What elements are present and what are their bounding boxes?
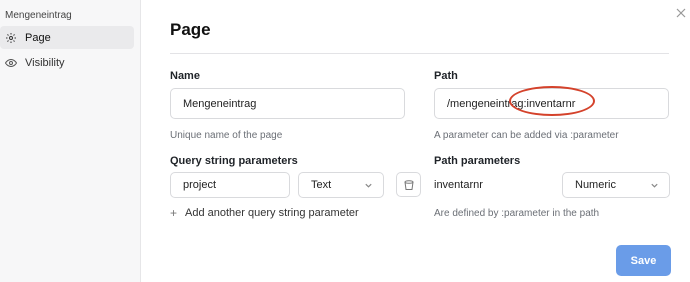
name-label: Name bbox=[170, 70, 200, 82]
add-query-param-label: Add another query string parameter bbox=[185, 207, 359, 219]
query-params-label: Query string parameters bbox=[170, 155, 298, 167]
save-button[interactable]: Save bbox=[616, 245, 671, 276]
eye-icon bbox=[5, 58, 17, 67]
path-hint: A parameter can be added via :parameter bbox=[434, 130, 619, 141]
plus-icon: + bbox=[170, 206, 178, 220]
path-params-hint: Are defined by :parameter in the path bbox=[434, 208, 600, 219]
sidebar-item-label: Page bbox=[25, 31, 51, 44]
chevron-down-icon bbox=[651, 183, 658, 188]
chevron-down-icon bbox=[365, 183, 372, 188]
gear-icon bbox=[6, 32, 16, 43]
sidebar-item-label: Visibility bbox=[25, 56, 65, 69]
page-title: Page bbox=[170, 20, 211, 39]
query-param-type-select[interactable]: Text bbox=[298, 172, 384, 198]
close-icon[interactable] bbox=[676, 8, 686, 18]
query-param-type-value: Text bbox=[311, 179, 332, 191]
sidebar: Mengeneintrag Page Visibility bbox=[0, 0, 141, 282]
path-param-type-select[interactable]: Numeric bbox=[562, 172, 670, 198]
path-params-label: Path parameters bbox=[434, 155, 521, 167]
path-input[interactable]: /mengeneintrag:inventarnr bbox=[434, 88, 669, 119]
path-input-value: /mengeneintrag:inventarnr bbox=[447, 97, 576, 110]
path-param-type-value: Numeric bbox=[575, 179, 616, 191]
sidebar-title: Mengeneintrag bbox=[5, 10, 72, 21]
path-label: Path bbox=[434, 70, 458, 82]
name-input-value: Mengeneintrag bbox=[183, 97, 257, 110]
sidebar-item-visibility[interactable]: Visibility bbox=[0, 51, 134, 74]
trash-icon bbox=[404, 179, 413, 190]
name-input[interactable]: Mengeneintrag bbox=[170, 88, 405, 119]
sidebar-item-page[interactable]: Page bbox=[0, 26, 134, 49]
name-hint: Unique name of the page bbox=[170, 130, 283, 141]
query-param-value: project bbox=[183, 179, 217, 191]
path-param-name: inventarnr bbox=[434, 179, 483, 191]
divider bbox=[170, 53, 669, 54]
add-query-param-link[interactable]: + Add another query string parameter bbox=[170, 206, 359, 220]
delete-param-button[interactable] bbox=[396, 172, 421, 197]
query-param-input[interactable]: project bbox=[170, 172, 290, 198]
